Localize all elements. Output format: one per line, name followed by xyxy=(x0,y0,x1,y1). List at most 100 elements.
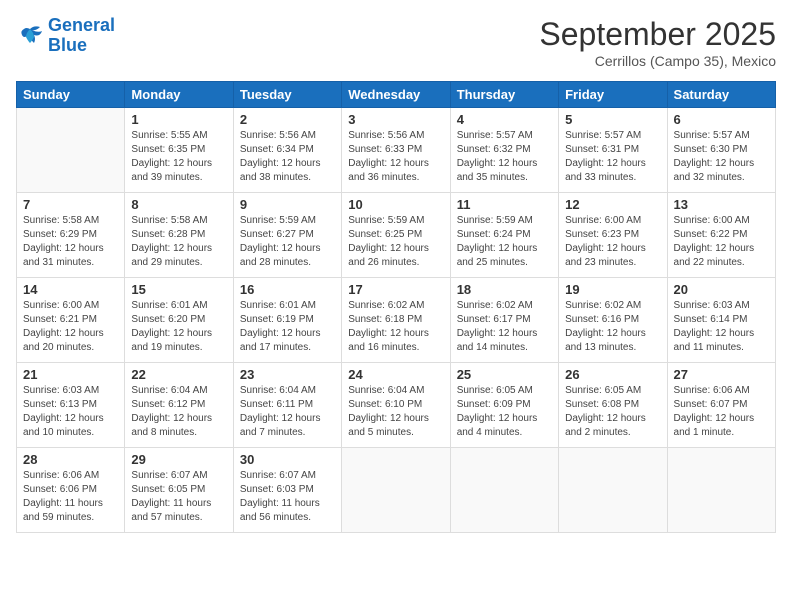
day-number: 28 xyxy=(23,452,118,467)
day-number: 21 xyxy=(23,367,118,382)
calendar-cell xyxy=(17,108,125,193)
calendar-cell: 19 Sunrise: 6:02 AM Sunset: 6:16 PM Dayli… xyxy=(559,278,667,363)
logo: General Blue xyxy=(16,16,115,56)
calendar-cell: 3 Sunrise: 5:56 AM Sunset: 6:33 PM Daylig… xyxy=(342,108,450,193)
day-number: 3 xyxy=(348,112,443,127)
day-number: 24 xyxy=(348,367,443,382)
calendar-cell xyxy=(667,448,775,533)
day-info: Sunrise: 6:00 AM Sunset: 6:22 PM Dayligh… xyxy=(674,214,769,270)
calendar-cell: 8Sunrise: 5:58 AM Sunset: 6:28 PM Daylig… xyxy=(125,193,233,278)
calendar-cell: 2 Sunrise: 5:56 AM Sunset: 6:34 PM Daylig… xyxy=(233,108,341,193)
day-info: Sunrise: 6:05 AM Sunset: 6:08 PM Dayligh… xyxy=(565,384,660,440)
day-number: 29 xyxy=(131,452,226,467)
day-info: Sunrise: 6:03 AM Sunset: 6:13 PM Dayligh… xyxy=(23,384,118,440)
day-info: Sunrise: 6:07 AM Sunset: 6:03 PM Dayligh… xyxy=(240,469,335,525)
calendar-cell: 11 Sunrise: 5:59 AM Sunset: 6:24 PM Dayli… xyxy=(450,193,558,278)
week-row-2: 7 Sunrise: 5:58 AM Sunset: 6:29 PM Daylig… xyxy=(17,193,776,278)
location: Cerrillos (Campo 35), Mexico xyxy=(539,53,776,69)
week-row-5: 28 Sunrise: 6:06 AM Sunset: 6:06 PM Dayli… xyxy=(17,448,776,533)
column-header-wednesday: Wednesday xyxy=(342,82,450,108)
day-info: Sunrise: 6:07 AM Sunset: 6:05 PM Dayligh… xyxy=(131,469,226,525)
calendar-cell: 22 Sunrise: 6:04 AM Sunset: 6:12 PM Dayli… xyxy=(125,363,233,448)
column-header-saturday: Saturday xyxy=(667,82,775,108)
column-header-monday: Monday xyxy=(125,82,233,108)
title-block: September 2025 Cerrillos (Campo 35), Mex… xyxy=(539,16,776,69)
day-number: 19 xyxy=(565,282,660,297)
day-number: 5 xyxy=(565,112,660,127)
day-number: 11 xyxy=(457,197,552,212)
month-title: September 2025 xyxy=(539,16,776,53)
calendar-cell: 23 Sunrise: 6:04 AM Sunset: 6:11 PM Dayli… xyxy=(233,363,341,448)
day-info: Sunrise: 6:04 AM Sunset: 6:12 PM Dayligh… xyxy=(131,384,226,440)
calendar-cell: 21 Sunrise: 6:03 AM Sunset: 6:13 PM Dayli… xyxy=(17,363,125,448)
day-info: Sunrise: 6:05 AM Sunset: 6:09 PM Dayligh… xyxy=(457,384,552,440)
day-number: 20 xyxy=(674,282,769,297)
day-info: Sunrise: 5:58 AM Sunset: 6:29 PM Dayligh… xyxy=(23,214,118,270)
week-row-3: 14 Sunrise: 6:00 AM Sunset: 6:21 PM Dayli… xyxy=(17,278,776,363)
day-number: 30 xyxy=(240,452,335,467)
day-info: Sunrise: 5:59 AM Sunset: 6:27 PM Dayligh… xyxy=(240,214,335,270)
day-number: 22 xyxy=(131,367,226,382)
day-info: Sunrise: 5:59 AM Sunset: 6:24 PM Dayligh… xyxy=(457,214,552,270)
day-info: Sunrise: 5:56 AM Sunset: 6:33 PM Dayligh… xyxy=(348,129,443,185)
page-header: General Blue September 2025 Cerrillos (C… xyxy=(16,16,776,69)
day-number: 16 xyxy=(240,282,335,297)
calendar-cell xyxy=(342,448,450,533)
calendar-cell: 7 Sunrise: 5:58 AM Sunset: 6:29 PM Daylig… xyxy=(17,193,125,278)
day-info: Sunrise: 5:55 AM Sunset: 6:35 PM Dayligh… xyxy=(131,129,226,185)
day-number: 26 xyxy=(565,367,660,382)
calendar-cell: 16 Sunrise: 6:01 AM Sunset: 6:19 PM Dayli… xyxy=(233,278,341,363)
calendar-cell xyxy=(450,448,558,533)
day-info: Sunrise: 5:59 AM Sunset: 6:25 PM Dayligh… xyxy=(348,214,443,270)
calendar-cell: 14 Sunrise: 6:00 AM Sunset: 6:21 PM Dayli… xyxy=(17,278,125,363)
logo-text: General Blue xyxy=(48,16,115,56)
day-number: 10 xyxy=(348,197,443,212)
calendar-cell: 10 Sunrise: 5:59 AM Sunset: 6:25 PM Dayli… xyxy=(342,193,450,278)
day-info: Sunrise: 5:58 AM Sunset: 6:28 PM Dayligh… xyxy=(131,214,226,270)
day-number: 6 xyxy=(674,112,769,127)
day-info: Sunrise: 6:06 AM Sunset: 6:06 PM Dayligh… xyxy=(23,469,118,525)
day-info: Sunrise: 5:57 AM Sunset: 6:32 PM Dayligh… xyxy=(457,129,552,185)
column-header-sunday: Sunday xyxy=(17,82,125,108)
calendar-cell: 30 Sunrise: 6:07 AM Sunset: 6:03 PM Dayli… xyxy=(233,448,341,533)
calendar-cell: 5Sunrise: 5:57 AM Sunset: 6:31 PM Daylig… xyxy=(559,108,667,193)
calendar-cell: 6 Sunrise: 5:57 AM Sunset: 6:30 PM Daylig… xyxy=(667,108,775,193)
calendar-table: SundayMondayTuesdayWednesdayThursdayFrid… xyxy=(16,81,776,533)
calendar-cell: 12Sunrise: 6:00 AM Sunset: 6:23 PM Dayli… xyxy=(559,193,667,278)
day-info: Sunrise: 6:00 AM Sunset: 6:21 PM Dayligh… xyxy=(23,299,118,355)
calendar-cell xyxy=(559,448,667,533)
calendar-cell: 27 Sunrise: 6:06 AM Sunset: 6:07 PM Dayli… xyxy=(667,363,775,448)
day-info: Sunrise: 6:01 AM Sunset: 6:19 PM Dayligh… xyxy=(240,299,335,355)
calendar-cell: 17Sunrise: 6:02 AM Sunset: 6:18 PM Dayli… xyxy=(342,278,450,363)
day-number: 23 xyxy=(240,367,335,382)
day-number: 27 xyxy=(674,367,769,382)
day-number: 18 xyxy=(457,282,552,297)
day-info: Sunrise: 5:57 AM Sunset: 6:30 PM Dayligh… xyxy=(674,129,769,185)
day-number: 1 xyxy=(131,112,226,127)
calendar-cell: 9 Sunrise: 5:59 AM Sunset: 6:27 PM Daylig… xyxy=(233,193,341,278)
day-info: Sunrise: 6:04 AM Sunset: 6:11 PM Dayligh… xyxy=(240,384,335,440)
day-info: Sunrise: 6:00 AM Sunset: 6:23 PM Dayligh… xyxy=(565,214,660,270)
day-number: 9 xyxy=(240,197,335,212)
day-info: Sunrise: 5:56 AM Sunset: 6:34 PM Dayligh… xyxy=(240,129,335,185)
day-number: 7 xyxy=(23,197,118,212)
day-info: Sunrise: 6:04 AM Sunset: 6:10 PM Dayligh… xyxy=(348,384,443,440)
day-number: 15 xyxy=(131,282,226,297)
calendar-cell: 28 Sunrise: 6:06 AM Sunset: 6:06 PM Dayli… xyxy=(17,448,125,533)
calendar-cell: 13Sunrise: 6:00 AM Sunset: 6:22 PM Dayli… xyxy=(667,193,775,278)
calendar-cell: 15Sunrise: 6:01 AM Sunset: 6:20 PM Dayli… xyxy=(125,278,233,363)
day-number: 2 xyxy=(240,112,335,127)
calendar-cell: 26 Sunrise: 6:05 AM Sunset: 6:08 PM Dayli… xyxy=(559,363,667,448)
logo-bird-icon xyxy=(16,25,44,47)
week-row-1: 1 Sunrise: 5:55 AM Sunset: 6:35 PM Daylig… xyxy=(17,108,776,193)
day-number: 14 xyxy=(23,282,118,297)
day-number: 25 xyxy=(457,367,552,382)
calendar-cell: 4Sunrise: 5:57 AM Sunset: 6:32 PM Daylig… xyxy=(450,108,558,193)
day-info: Sunrise: 6:03 AM Sunset: 6:14 PM Dayligh… xyxy=(674,299,769,355)
calendar-cell: 1 Sunrise: 5:55 AM Sunset: 6:35 PM Daylig… xyxy=(125,108,233,193)
calendar-header-row: SundayMondayTuesdayWednesdayThursdayFrid… xyxy=(17,82,776,108)
day-info: Sunrise: 6:02 AM Sunset: 6:16 PM Dayligh… xyxy=(565,299,660,355)
calendar-cell: 18Sunrise: 6:02 AM Sunset: 6:17 PM Dayli… xyxy=(450,278,558,363)
day-info: Sunrise: 6:06 AM Sunset: 6:07 PM Dayligh… xyxy=(674,384,769,440)
calendar-cell: 24 Sunrise: 6:04 AM Sunset: 6:10 PM Dayli… xyxy=(342,363,450,448)
